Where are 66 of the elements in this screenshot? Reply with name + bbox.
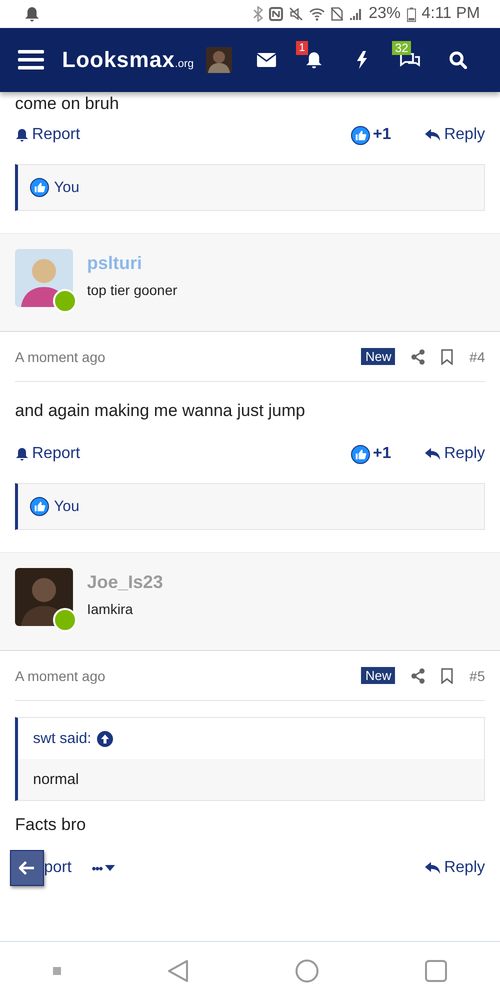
thumbs-up-icon <box>30 497 49 516</box>
left-arrow-icon <box>19 861 35 875</box>
clock: 4:11 PM <box>422 5 480 23</box>
conversation-count-badge: 32 <box>392 41 412 55</box>
mute-icon <box>288 7 303 21</box>
search-icon[interactable] <box>449 51 467 69</box>
like-button[interactable]: +1 <box>350 444 392 464</box>
wifi-icon <box>308 7 325 21</box>
user-title: top tier gooner <box>87 282 178 298</box>
bookmark-icon[interactable] <box>441 348 454 364</box>
online-status-dot <box>53 608 77 632</box>
user-title: Iamkira <box>87 601 134 617</box>
reply-arrow-icon <box>425 128 442 142</box>
arrow-up-icon[interactable] <box>97 730 114 746</box>
bell-icon <box>15 128 29 142</box>
post-text: and again making me wanna just jump <box>14 400 306 422</box>
thumbs-up-icon <box>350 126 370 144</box>
back-icon[interactable] <box>167 959 189 983</box>
back-button[interactable] <box>10 850 44 886</box>
report-link[interactable]: port <box>44 859 72 877</box>
more-menu[interactable]: ••• <box>92 860 116 876</box>
chat-bubbles-icon[interactable] <box>399 51 421 69</box>
new-badge: New <box>361 667 396 684</box>
site-logo[interactable]: Looksmax.org <box>62 47 194 73</box>
alert-count-badge: 1 <box>296 41 308 55</box>
bookmark-icon[interactable] <box>441 668 454 684</box>
new-badge: New <box>361 348 396 365</box>
reaction-list[interactable]: You <box>54 179 80 196</box>
signal-icon <box>348 7 363 21</box>
avatar-icon[interactable] <box>15 568 73 626</box>
bell-icon <box>24 6 40 22</box>
recent-apps-icon[interactable] <box>425 960 447 982</box>
reply-link[interactable]: Reply <box>425 445 485 463</box>
nfc-icon <box>268 7 283 21</box>
reply-arrow-icon <box>425 447 442 461</box>
quote-author[interactable]: swt said: <box>33 730 92 747</box>
thumbs-up-icon <box>350 444 370 464</box>
menu-icon[interactable] <box>18 49 44 71</box>
caret-icon <box>105 865 116 871</box>
thumbs-up-icon <box>30 178 49 197</box>
no-sim-icon <box>330 7 343 21</box>
online-status-dot <box>53 289 77 313</box>
reply-link[interactable]: Reply <box>425 859 485 877</box>
battery-icon <box>406 6 416 22</box>
lightning-icon[interactable] <box>356 51 368 69</box>
post-text: Facts bro <box>14 814 87 836</box>
bell-icon <box>15 447 29 461</box>
battery-percent: 23% <box>368 5 401 23</box>
report-link[interactable]: Report <box>15 126 80 144</box>
share-icon[interactable] <box>411 668 426 684</box>
home-icon[interactable] <box>295 959 319 983</box>
post-number[interactable]: #5 <box>469 668 485 684</box>
post-number[interactable]: #4 <box>469 348 485 364</box>
reaction-list[interactable]: You <box>54 498 80 515</box>
report-link[interactable]: Report <box>15 445 80 463</box>
mail-icon[interactable] <box>256 53 276 67</box>
like-button[interactable]: +1 <box>350 126 392 144</box>
post-text: come on bruh <box>14 94 120 114</box>
post-time[interactable]: A moment ago <box>15 348 106 364</box>
reply-link[interactable]: Reply <box>425 126 485 144</box>
bell-icon <box>305 51 323 69</box>
post-time[interactable]: A moment ago <box>15 668 106 684</box>
bluetooth-icon <box>252 6 263 22</box>
quote-text: normal <box>18 759 484 800</box>
share-icon[interactable] <box>411 348 426 364</box>
reply-arrow-icon <box>425 861 442 875</box>
